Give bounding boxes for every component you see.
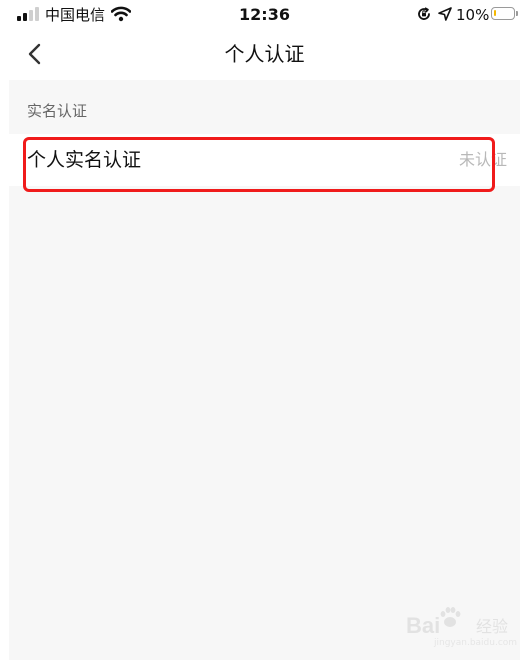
- battery-level: [494, 10, 496, 16]
- watermark-text: Bai: [406, 613, 441, 638]
- verification-status: 未认证: [458, 150, 507, 169]
- page-title: 个人认证: [224, 42, 305, 66]
- battery-icon: [491, 7, 515, 20]
- battery-percent: 10%: [456, 6, 490, 24]
- location-arrow-icon: [438, 7, 452, 21]
- battery-nub: [516, 11, 518, 16]
- personal-verification-row[interactable]: 个人实名认证 未认证: [9, 134, 520, 186]
- section-header: 实名认证: [27, 102, 88, 120]
- app-screen: 中国电信 12:36 10% 个人认证 实名认证 个人实名认证 未认证 Bai …: [9, 0, 520, 660]
- orientation-lock-icon: [418, 7, 430, 20]
- top-bar: 中国电信 12:36 10% 个人认证: [9, 0, 520, 80]
- status-bar: 中国电信 12:36 10%: [9, 0, 520, 30]
- watermark-subtext: 经验: [476, 617, 509, 636]
- watermark-url: jingyan.baidu.com: [434, 638, 518, 648]
- baidu-watermark: Bai 经验 jingyan.baidu.com: [396, 604, 517, 648]
- row-label: 个人实名认证: [27, 149, 142, 171]
